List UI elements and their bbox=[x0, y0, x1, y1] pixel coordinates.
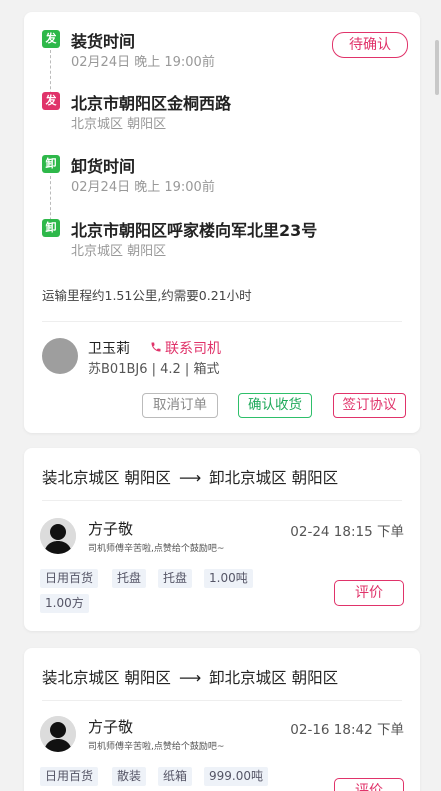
driver-name: 卫玉莉 bbox=[88, 341, 130, 357]
stop-title: 北京市朝阳区金桐西路 bbox=[71, 94, 232, 113]
customer-note: 司机师傅辛苦啦,点赞给个鼓励吧~ bbox=[88, 544, 225, 554]
stop-sub: 02月24日 晚上 19:00前 bbox=[71, 55, 215, 70]
cargo-tag: 999.00吨 bbox=[204, 767, 268, 786]
order-card[interactable]: 装北京城区 朝阳区 ⟶ 卸北京城区 朝阳区 方子敬 司机师傅辛苦啦,点赞给个鼓励吧~… bbox=[24, 648, 420, 791]
cargo-tag: 托盘 bbox=[112, 569, 147, 588]
order-card[interactable]: 装北京城区 朝阳区 ⟶ 卸北京城区 朝阳区 方子敬 司机师傅辛苦啦,点赞给个鼓励吧~… bbox=[24, 448, 420, 631]
rate-button[interactable]: 评价 bbox=[334, 778, 404, 791]
route-to: 卸北京城区 朝阳区 bbox=[209, 669, 339, 687]
stop-sub: 02月24日 晚上 19:00前 bbox=[71, 180, 215, 195]
load-tag: 发 bbox=[42, 30, 60, 48]
person-silhouette-icon bbox=[40, 518, 76, 554]
vehicle-info: 苏B01BJ6 | 4.2 | 箱式 bbox=[88, 362, 220, 377]
cargo-tag: 散装 bbox=[112, 767, 147, 786]
contact-driver-label: 联系司机 bbox=[165, 341, 221, 357]
customer-name: 方子敬 bbox=[88, 520, 134, 538]
rate-button[interactable]: 评价 bbox=[334, 580, 404, 606]
stop-title: 卸货时间 bbox=[71, 157, 136, 176]
divider bbox=[42, 321, 402, 322]
person-silhouette-icon bbox=[40, 716, 76, 752]
order-time: 02-16 18:42 下单 bbox=[290, 722, 404, 738]
avatar-placeholder-icon bbox=[42, 338, 78, 374]
route-to: 卸北京城区 朝阳区 bbox=[209, 469, 339, 487]
unload-tag: 卸 bbox=[42, 155, 60, 173]
cancel-order-button[interactable]: 取消订单 bbox=[142, 393, 218, 418]
cargo-tag: 1.00方 bbox=[40, 594, 89, 613]
cargo-tag: 日用百货 bbox=[40, 767, 99, 786]
stop-title: 装货时间 bbox=[71, 32, 136, 51]
order-detail-card: 发 装货时间 02月24日 晚上 19:00前 发 北京市朝阳区金桐西路 北京城… bbox=[24, 12, 420, 433]
divider bbox=[42, 700, 402, 701]
mileage-text: 运输里程约1.51公里,约需要0.21小时 bbox=[42, 288, 252, 303]
order-route: 装北京城区 朝阳区 ⟶ 卸北京城区 朝阳区 bbox=[42, 466, 338, 488]
cargo-tag: 日用百货 bbox=[40, 569, 99, 588]
order-route: 装北京城区 朝阳区 ⟶ 卸北京城区 朝阳区 bbox=[42, 666, 338, 688]
cargo-tag: 1.00吨 bbox=[204, 569, 253, 588]
arrow-right-icon: ⟶ bbox=[178, 469, 202, 487]
stop-sub: 北京城区 朝阳区 bbox=[71, 244, 167, 259]
order-time: 02-24 18:15 下单 bbox=[290, 524, 404, 540]
route-from: 装北京城区 朝阳区 bbox=[42, 469, 171, 487]
route-from: 装北京城区 朝阳区 bbox=[42, 669, 171, 687]
unload-tag: 卸 bbox=[42, 219, 60, 237]
load-tag: 发 bbox=[42, 92, 60, 110]
customer-note: 司机师傅辛苦啦,点赞给个鼓励吧~ bbox=[88, 742, 225, 752]
cargo-tag: 托盘 bbox=[158, 569, 193, 588]
scrollbar[interactable] bbox=[435, 40, 439, 95]
phone-icon bbox=[150, 341, 162, 357]
customer-name: 方子敬 bbox=[88, 718, 134, 736]
confirm-receipt-button[interactable]: 确认收货 bbox=[238, 393, 312, 418]
cargo-tag: 纸箱 bbox=[158, 767, 193, 786]
status-badge: 待确认 bbox=[332, 32, 408, 58]
stop-sub: 北京城区 朝阳区 bbox=[71, 117, 167, 132]
stop-title: 北京市朝阳区呼家楼向军北里23号 bbox=[71, 221, 318, 240]
sign-agreement-button[interactable]: 签订协议 bbox=[333, 393, 406, 418]
contact-driver-link[interactable]: 联系司机 bbox=[150, 338, 221, 358]
arrow-right-icon: ⟶ bbox=[178, 669, 202, 687]
divider bbox=[42, 500, 402, 501]
